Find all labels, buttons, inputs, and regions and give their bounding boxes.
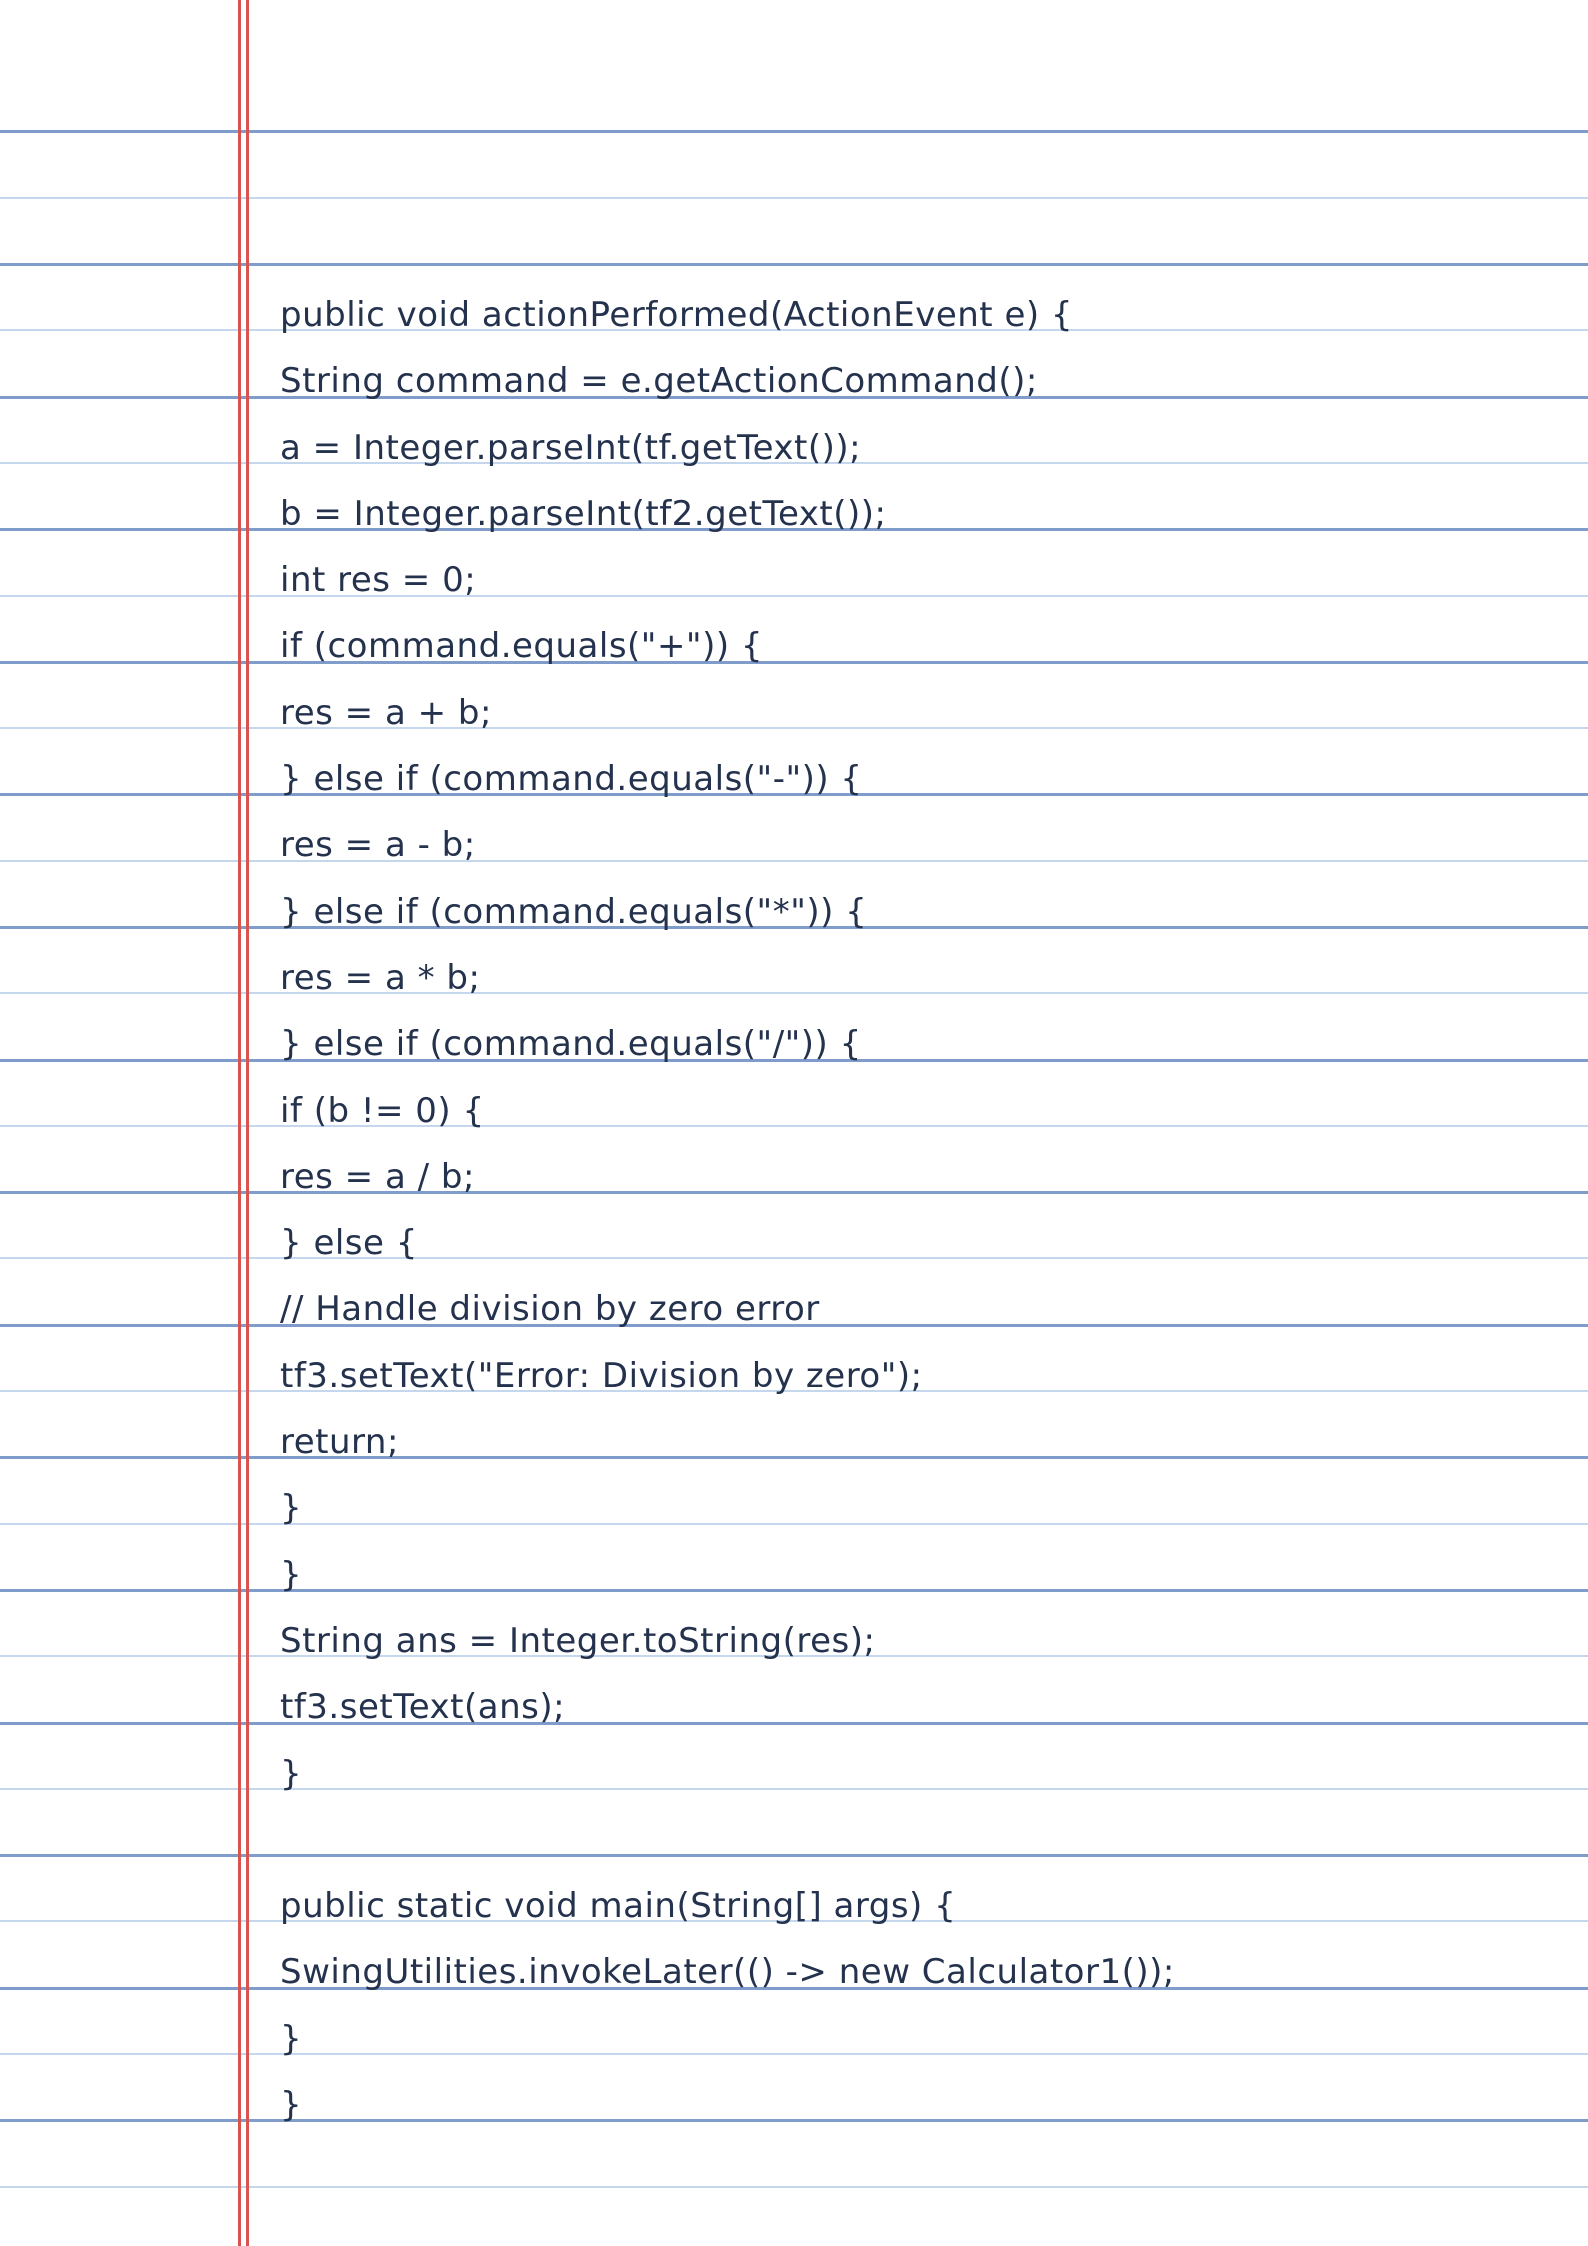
code-line: String ans = Integer.toString(res); (280, 1620, 876, 1661)
code-line: SwingUtilities.invokeLater(() -> new Cal… (280, 1952, 1175, 1993)
code-line: tf3.setText("Error: Division by zero"); (280, 1355, 923, 1396)
code-line: } (280, 2085, 303, 2126)
code-line: b = Integer.parseInt(tf2.getText()); (280, 493, 887, 534)
code-line: } else if (command.equals("*")) { (280, 891, 868, 932)
handwritten-code: public void actionPerformed(ActionEvent … (280, 282, 1175, 2138)
code-line: res = a - b; (280, 825, 476, 866)
code-line: res = a / b; (280, 1156, 475, 1197)
code-line: if (b != 0) { (280, 1090, 485, 1131)
margin-line-right (246, 0, 249, 2246)
code-line: if (command.equals("+")) { (280, 626, 764, 667)
code-line: } (280, 1753, 303, 1794)
code-line: } (280, 1488, 303, 1529)
code-line: int res = 0; (280, 560, 477, 601)
code-line: tf3.setText(ans); (280, 1687, 566, 1728)
code-line: public void actionPerformed(ActionEvent … (280, 295, 1074, 335)
code-line: a = Integer.parseInt(tf.getText()); (280, 427, 862, 468)
code-line: res = a * b; (280, 957, 481, 998)
code-line: res = a + b; (280, 692, 492, 733)
code-line: String command = e.getActionCommand(); (280, 361, 1038, 402)
code-line: public static void main(String[] args) { (280, 1886, 957, 1927)
code-line: } (280, 2018, 303, 2059)
margin-line-left (238, 0, 241, 2246)
code-line: } else { (280, 1223, 418, 1264)
code-line: } (280, 1554, 303, 1595)
notebook-page: public void actionPerformed(ActionEvent … (0, 0, 1588, 2246)
code-line: // Handle division by zero error (280, 1289, 820, 1330)
code-line: } else if (command.equals("/")) { (280, 1024, 862, 1065)
code-line: return; (280, 1422, 399, 1463)
code-line: } else if (command.equals("-")) { (280, 759, 863, 800)
